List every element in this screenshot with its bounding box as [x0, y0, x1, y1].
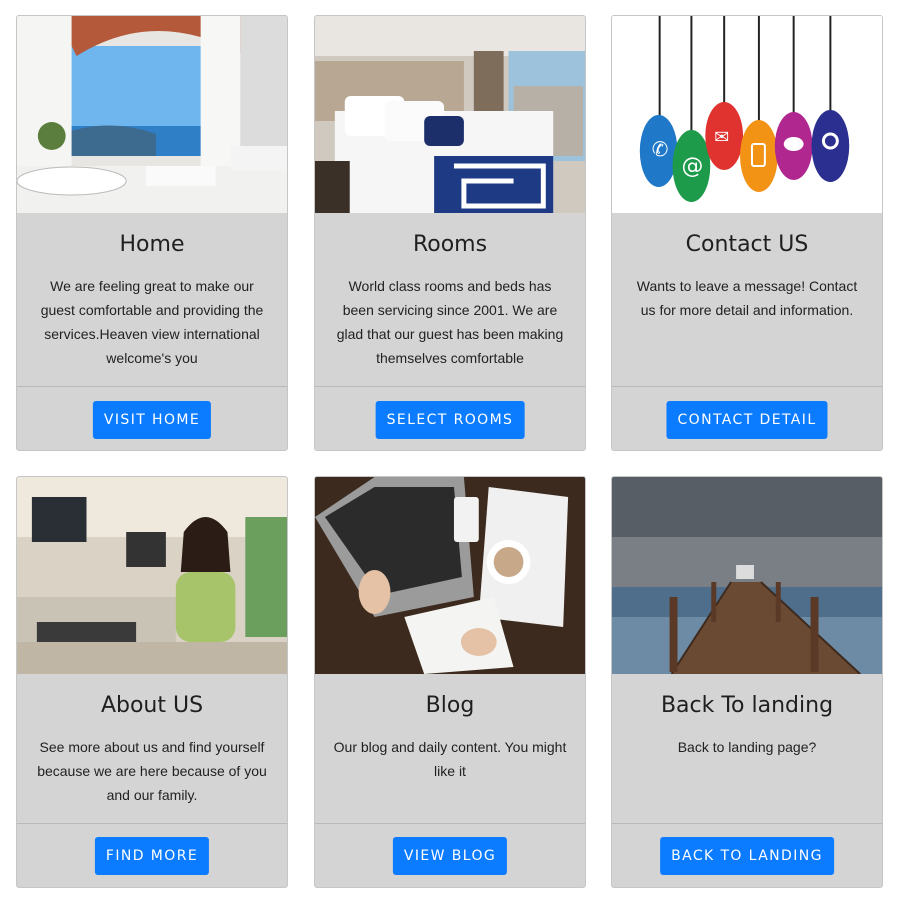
- card-contact: ✆ @ ✉ Contact US Wants to leave a messag…: [611, 15, 883, 451]
- svg-text:@: @: [681, 154, 703, 179]
- card-divider: [315, 823, 585, 824]
- find-more-button[interactable]: FIND MORE: [94, 837, 210, 875]
- svg-text:✉: ✉: [714, 127, 729, 148]
- card-title: Back To landing: [660, 693, 834, 718]
- card-divider: [17, 386, 287, 387]
- card-title: Rooms: [412, 232, 488, 257]
- contact-icons-tags-image: ✆ @ ✉: [612, 16, 882, 213]
- card-divider: [17, 823, 287, 824]
- shop-cashier-image: [17, 477, 287, 674]
- card-title: About US: [100, 693, 204, 718]
- card-text: We are feeling great to make our guest c…: [40, 278, 264, 366]
- pier-sea-image: [612, 477, 882, 674]
- visit-home-button[interactable]: VISIT HOME: [92, 401, 212, 439]
- card-title: Contact US: [685, 232, 809, 257]
- contact-detail-button[interactable]: CONTACT DETAIL: [666, 401, 828, 439]
- svg-text:✆: ✆: [652, 138, 669, 161]
- desk-laptop-coffee-image: [315, 477, 585, 674]
- card-about: About US See more about us and find your…: [16, 476, 288, 888]
- card-divider: [315, 386, 585, 387]
- card-divider: [612, 386, 882, 387]
- card-text: See more about us and find yourself beca…: [37, 739, 267, 803]
- balcony-sea-view-image: [17, 16, 287, 213]
- card-home: Home We are feeling great to make our gu…: [16, 15, 288, 451]
- card-title: Blog: [425, 693, 475, 718]
- card-text: World class rooms and beds has been serv…: [336, 278, 564, 366]
- card-rooms: Rooms World class rooms and beds has bee…: [314, 15, 586, 451]
- card-text: Our blog and daily content. You might li…: [333, 739, 567, 779]
- card-title: Home: [119, 232, 185, 257]
- view-blog-button[interactable]: VIEW BLOG: [392, 837, 508, 875]
- select-rooms-button[interactable]: SELECT ROOMS: [375, 401, 525, 439]
- card-text: Wants to leave a message! Contact us for…: [636, 278, 858, 318]
- back-to-landing-button[interactable]: BACK TO LANDING: [660, 837, 834, 875]
- card-blog: Blog Our blog and daily content. You mig…: [314, 476, 586, 888]
- card-text: Back to landing page?: [677, 739, 817, 755]
- card-landing: Back To landing Back to landing page? BA…: [611, 476, 883, 888]
- card-divider: [612, 823, 882, 824]
- hotel-bedroom-image: [315, 16, 585, 213]
